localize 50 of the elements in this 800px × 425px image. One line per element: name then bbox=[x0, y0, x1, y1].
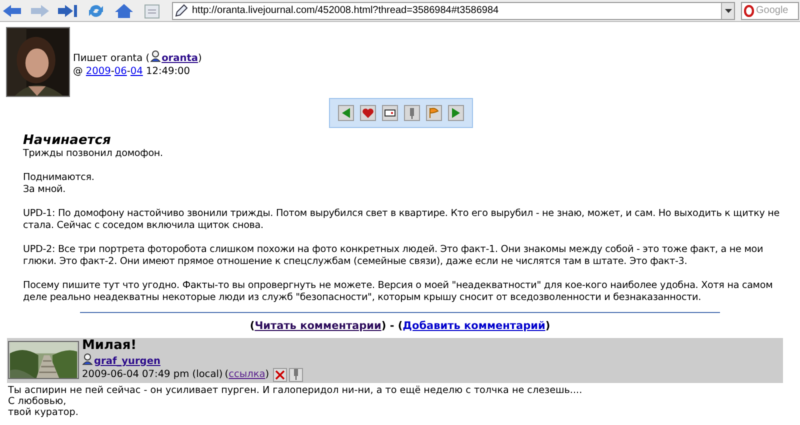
search-engine-icon bbox=[744, 4, 754, 16]
heart-icon bbox=[362, 107, 374, 119]
date-link[interactable]: 04 bbox=[130, 66, 143, 77]
post-paragraph: Трижды позвонил домофон. bbox=[23, 148, 164, 160]
post-paragraph: Поднимаются. За мной. bbox=[23, 172, 96, 196]
author-link[interactable]: oranta bbox=[162, 53, 198, 64]
comment-date: 2009-06-04 07:49 pm (local) bbox=[82, 368, 223, 381]
post-time: 12:49:00 bbox=[145, 66, 190, 77]
at-sign: @ bbox=[73, 66, 84, 77]
comment-subject: Милая! bbox=[82, 338, 138, 353]
delete-button[interactable] bbox=[273, 368, 288, 382]
date-separator: - bbox=[126, 66, 130, 77]
track-button[interactable] bbox=[404, 105, 420, 121]
tag-button[interactable] bbox=[382, 105, 398, 121]
link-bracket: ( bbox=[250, 320, 255, 332]
previous-button[interactable] bbox=[338, 105, 354, 121]
link-bracket: ) bbox=[265, 368, 270, 381]
link-bracket: ) bbox=[545, 320, 550, 332]
author-suffix: ) bbox=[198, 53, 202, 64]
user-icon[interactable] bbox=[82, 352, 93, 365]
date-link[interactable]: 2009 bbox=[86, 66, 111, 77]
home-icon[interactable] bbox=[113, 2, 135, 20]
post-paragraph: UPD-1: По домофону настойчиво звонили трижды. Потом вырубился свет в квартире. Кто его вырубил - не знаю, может, и сам. Но выходить к щитку не стала. Сейчас с соседом включила щиток снова. bbox=[23, 208, 781, 232]
post-title: Начинается bbox=[23, 133, 112, 148]
post-paragraph: Посему пишите тут что угодно. Факты-то вы опровергнуть не можете. Версия о моей "неадекватности" для кое-кого наиболее удобна. Хотя на самом деле реально неадекватны некоторые люди из служб "безопасности", которым крышу сносит от вседозволенности и безнаказанности. bbox=[23, 280, 774, 304]
close-icon bbox=[275, 370, 286, 380]
pencil-icon bbox=[175, 4, 188, 17]
date-link[interactable]: 06 bbox=[114, 66, 127, 77]
permalink[interactable]: ссылка bbox=[228, 368, 266, 381]
address-field[interactable]: http://oranta.livejournal.com/452008.html?thread=3586984#t3586984 bbox=[172, 2, 735, 20]
left-arrow-icon bbox=[340, 107, 352, 119]
author-label: Пишет oranta ( bbox=[73, 53, 150, 64]
caret-icon bbox=[724, 8, 732, 12]
link-separator: ) - ( bbox=[381, 320, 403, 332]
post-paragraph: UPD-2: Все три портрета фоторобота слишком похожи на фото конкретных людей. Это факт-1. Они знакомы между собой - это тоже факт, а не мои глюки. Это факт-2. Они имеют прямое отношение к спецслужбам (семейные связи), даже если не числятся там в штате. Это факт-3. bbox=[23, 244, 764, 268]
read-comments-link[interactable]: Читать комментарии bbox=[254, 320, 382, 332]
tag-icon bbox=[384, 107, 396, 119]
add-comment-link[interactable]: Добавить комментарий bbox=[402, 320, 546, 332]
user-icon[interactable] bbox=[150, 50, 161, 62]
comment-body: Ты аспирин не пей сейчас - он усиливает пурген. И галоперидол ни-ни, а то ещё неделю с толчка не слезешь.... С любовью, твой куратор. bbox=[7, 384, 584, 418]
commenter-link[interactable]: graf_yurgen bbox=[94, 356, 160, 367]
dropdown-button[interactable] bbox=[721, 2, 734, 18]
url-text: http://oranta.livejournal.com/452008.html?thread=3586984#t3586984 bbox=[192, 4, 500, 18]
add-memory-button[interactable] bbox=[360, 105, 376, 121]
flag-button[interactable] bbox=[426, 105, 442, 121]
right-arrow-icon bbox=[450, 107, 462, 119]
date-separator: - bbox=[110, 66, 114, 77]
flag-icon bbox=[428, 107, 440, 119]
link-bracket: ( bbox=[224, 368, 229, 381]
next-button[interactable] bbox=[448, 105, 464, 121]
